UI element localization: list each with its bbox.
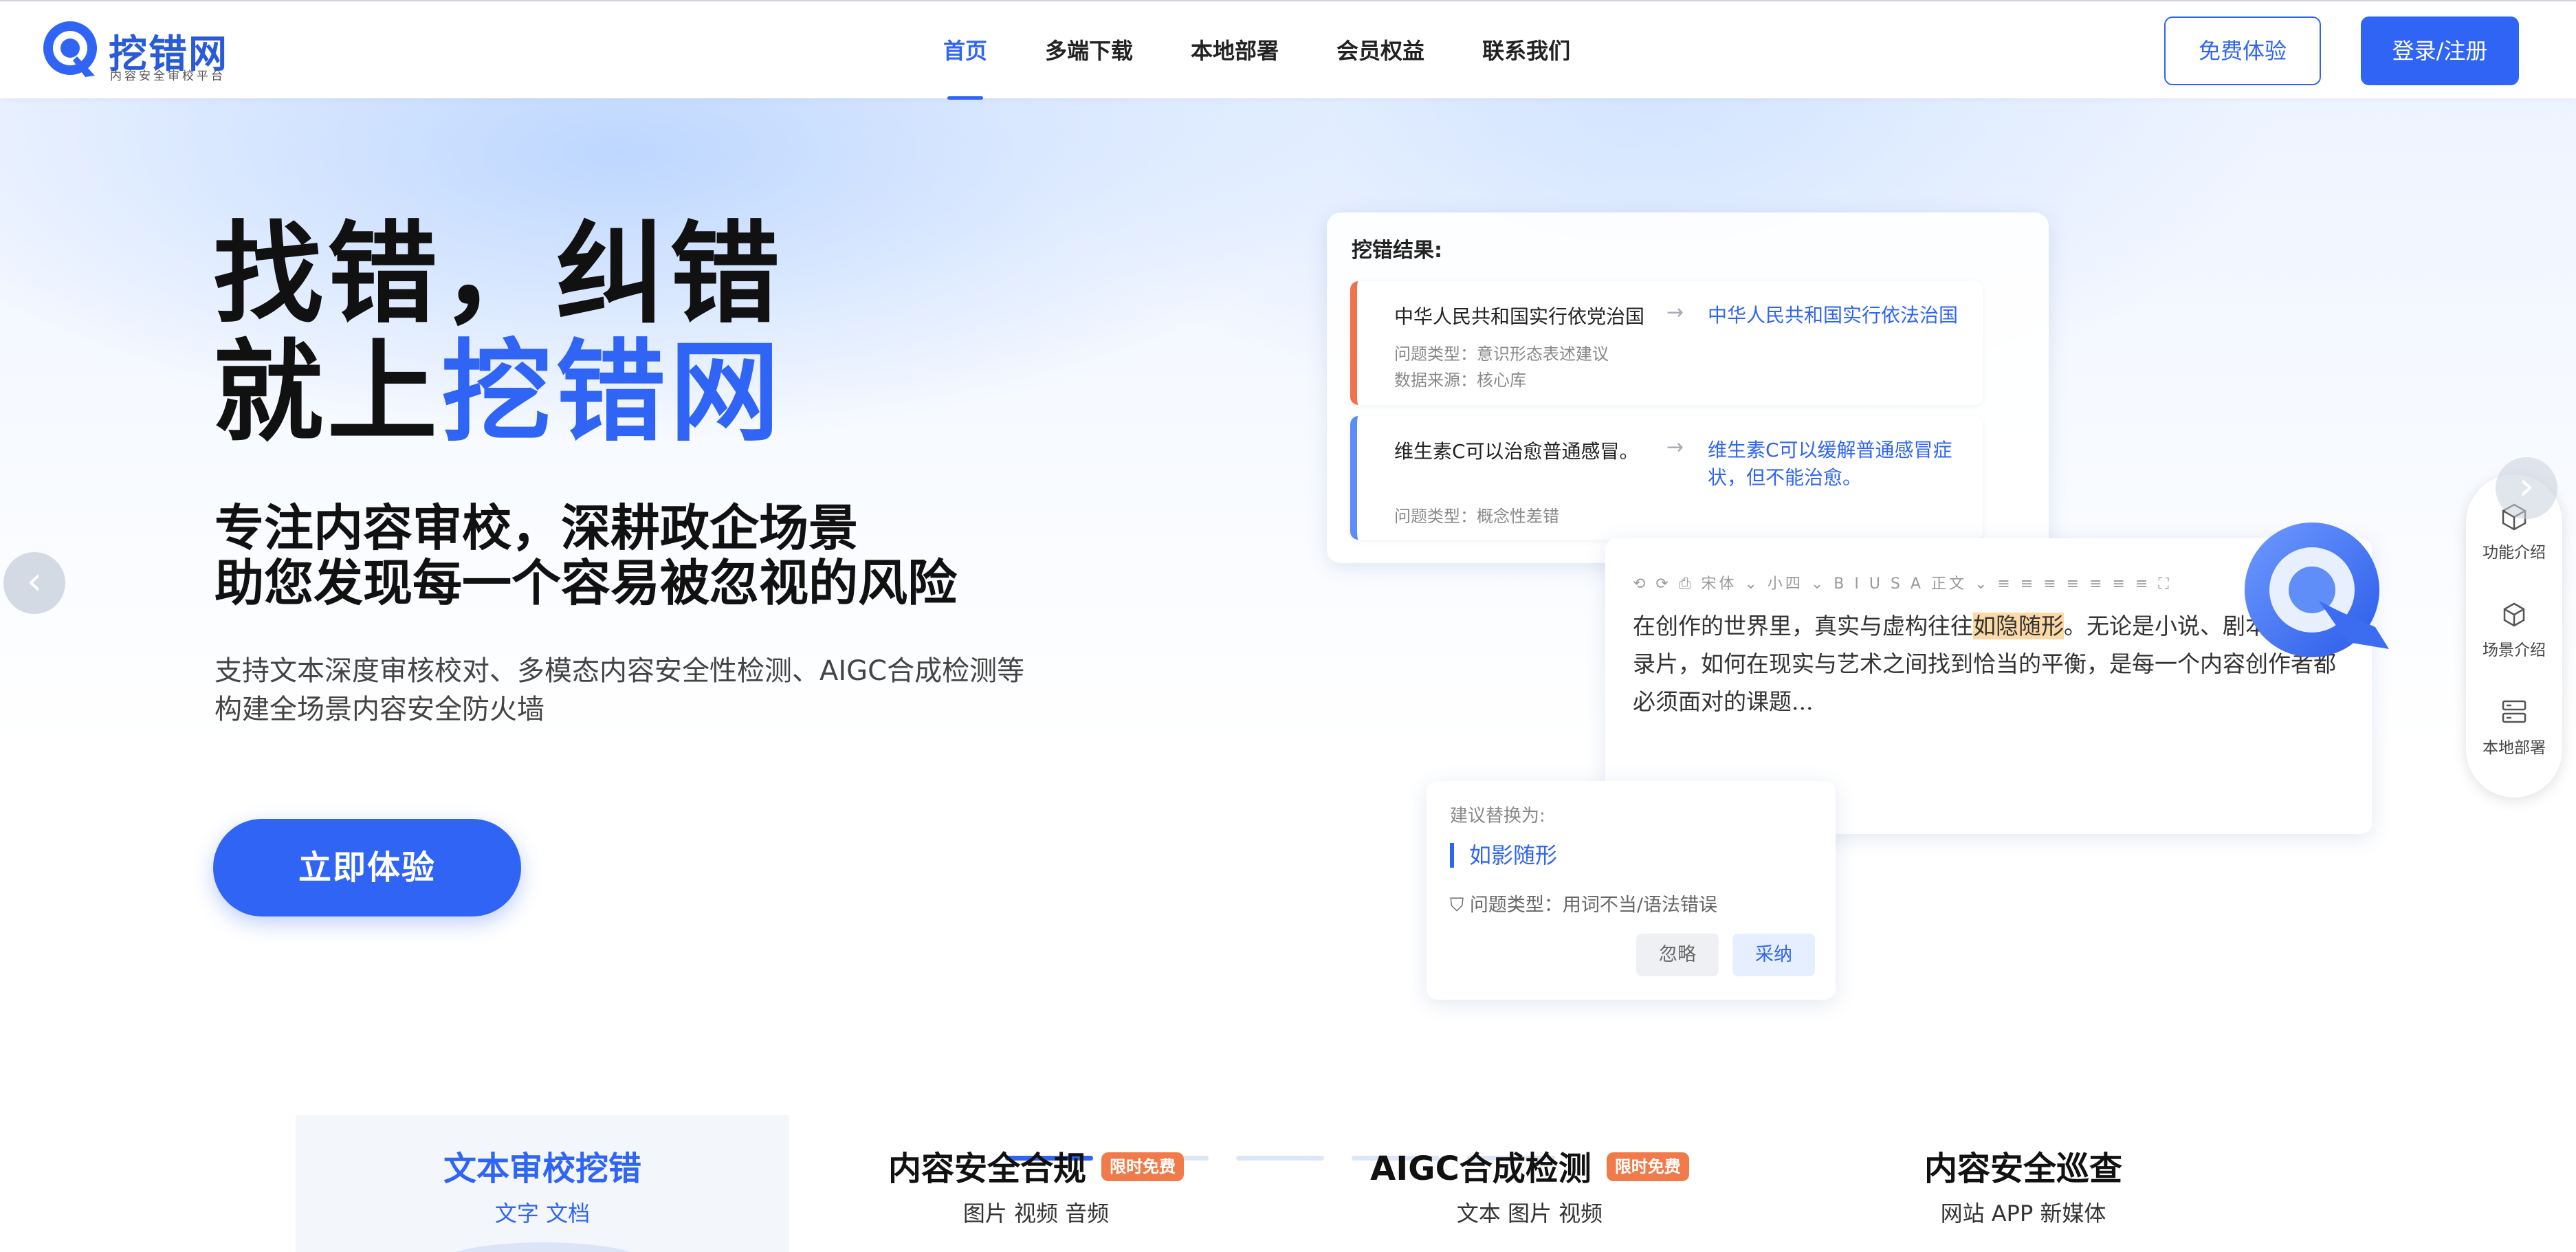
feature-title: 内容安全合规 限时免费 — [789, 1141, 1283, 1189]
app-logo-icon — [2245, 523, 2389, 657]
hero-title-prefix: 就上 — [213, 328, 442, 457]
hero-desc-line1: 支持文本深度审核校对、多模态内容安全性检测、AIGC合成检测等 — [214, 655, 1025, 687]
tab-content-compliance[interactable]: 内容安全合规 限时免费 图片 视频 音频 — [789, 1115, 1283, 1252]
editor-highlight[interactable]: 如隐随形 — [1973, 613, 2064, 639]
feature-title-text: 内容安全合规 — [888, 1150, 1086, 1188]
result-card: 挖错结果: 中华人民共和国实行依党治国 → 中华人民共和国实行依法治国 问题类型… — [1327, 212, 2049, 563]
side-label: 功能介绍 — [2483, 544, 2546, 562]
nav-download[interactable]: 多端下载 — [1016, 1, 1162, 100]
feature-subtitle: 图片 视频 音频 — [962, 1200, 1110, 1227]
shield-icon: ⛉ — [1450, 894, 1470, 916]
carousel-prev-button[interactable]: ‹ — [3, 552, 65, 614]
try-now-button[interactable]: 立即体验 — [213, 819, 521, 916]
nav-contact[interactable]: 联系我们 — [1453, 1, 1599, 100]
feature-glow — [440, 1242, 646, 1252]
result-item[interactable]: 中华人民共和国实行依党治国 → 中华人民共和国实行依法治国 问题类型：意识形态表… — [1350, 281, 1983, 405]
hero-title: 找错，纠错 就上挖错网 — [213, 215, 784, 452]
result-data-source: 数据来源：核心库 — [1394, 371, 1526, 390]
arrow-right-icon: → — [1666, 300, 1684, 325]
suggest-popup: 建议替换为: 如影随形 ⛉ 问题类型：用词不当/语法错误 忽略 采纳 — [1427, 781, 1836, 1000]
result-original: 维生素C可以治愈普通感冒。 — [1394, 440, 1639, 463]
chevron-right-icon: › — [2518, 464, 2535, 509]
free-badge: 限时免费 — [1101, 1152, 1184, 1181]
hero-desc-line2: 构建全场景内容安全防火墙 — [214, 694, 544, 725]
nav-local-deploy[interactable]: 本地部署 — [1162, 1, 1308, 100]
tab-aigc-detection[interactable]: AIGC合成检测 限时免费 文本 图片 视频 — [1283, 1115, 1776, 1252]
hero-title-line2: 就上挖错网 — [213, 333, 784, 452]
side-item-scenes[interactable]: 场景介绍 — [2466, 598, 2562, 660]
side-item-local-deploy[interactable]: 本地部署 — [2466, 696, 2562, 758]
result-suggestion: 维生素C可以缓解普通感冒症状，但不能治愈。 — [1708, 439, 1952, 489]
arrow-right-icon: → — [1666, 435, 1684, 459]
ignore-button[interactable]: 忽略 — [1636, 934, 1719, 976]
tab-content-patrol[interactable]: 内容安全巡查 网站 APP 新媒体 — [1776, 1115, 2270, 1252]
feature-subtitle: 文字 文档 — [494, 1200, 591, 1227]
feature-subtitle: 网站 APP 新媒体 — [1940, 1200, 2106, 1227]
side-floating-menu: 功能介绍 场景介绍 本地部署 — [2466, 474, 2562, 798]
result-problem-type: 问题类型：概念性差错 — [1394, 507, 1559, 526]
brand-logo[interactable]: 挖错网 内容安全审校平台 — [41, 19, 247, 83]
result-card-title: 挖错结果: — [1352, 239, 1442, 263]
hero-title-line1: 找错，纠错 — [213, 210, 784, 338]
free-trial-button[interactable]: 免费体验 — [2164, 17, 2321, 85]
feature-tabs: 文本审校挖错 文字 文档 内容安全合规 限时免费 图片 视频 音频 AIGC合成检… — [296, 1115, 2276, 1252]
free-badge: 限时免费 — [1606, 1152, 1689, 1181]
side-label: 本地部署 — [2483, 739, 2546, 757]
feature-title: AIGC合成检测 限时免费 — [1283, 1141, 1776, 1189]
feature-title: 文本审校挖错 — [296, 1141, 789, 1189]
result-problem-type: 问题类型：意识形态表述建议 — [1394, 344, 1609, 364]
editor-text-before: 在创作的世界里，真实与虚构往往 — [1633, 613, 1973, 639]
feature-title-text: AIGC合成检测 — [1370, 1150, 1592, 1188]
suggest-type-text: 问题类型：用词不当/语法错误 — [1469, 894, 1717, 916]
tab-text-proofreading[interactable]: 文本审校挖错 文字 文档 — [296, 1115, 789, 1252]
accept-button[interactable]: 采纳 — [1732, 934, 1815, 976]
suggest-word: 如影随形 — [1450, 843, 1557, 868]
hero-subtitle-line2: 助您发现每一个容易被忽视的风险 — [214, 554, 958, 612]
nav-home[interactable]: 首页 — [914, 1, 1016, 100]
suggest-problem-type: ⛉ 问题类型：用词不当/语法错误 — [1450, 890, 1717, 916]
main-nav: 首页 多端下载 本地部署 会员权益 联系我们 — [914, 1, 1599, 100]
hero-subtitle-line1: 专注内容审校，深耕政企场景 — [214, 499, 859, 557]
carousel-next-button[interactable]: › — [2496, 457, 2557, 519]
hero-banner: 找错，纠错 就上挖错网 专注内容审校，深耕政企场景 助您发现每一个容易被忽视的风… — [0, 98, 2576, 1161]
login-register-button[interactable]: 登录/注册 — [2361, 17, 2519, 85]
logo-tagline: 内容安全审校平台 — [110, 69, 225, 83]
feature-title-text: 文本审校挖错 — [443, 1150, 641, 1188]
hero-description: 支持文本深度审核校对、多模态内容安全性检测、AIGC合成检测等 构建全场景内容安… — [214, 652, 1024, 729]
editor-toolbar[interactable]: ⟲ ⟳ ⎙ 宋体 ⌄ 小四 ⌄ B I U S A 正文 ⌄ ≡ ≡ ≡ ≡ ≡… — [1633, 571, 2172, 593]
server-icon — [2502, 700, 2527, 723]
chevron-left-icon: ‹ — [26, 559, 43, 604]
nav-membership[interactable]: 会员权益 — [1308, 1, 1453, 100]
suggest-label: 建议替换为: — [1450, 806, 1545, 826]
feature-subtitle: 文本 图片 视频 — [1456, 1200, 1603, 1227]
result-original: 中华人民共和国实行依党治国 — [1394, 305, 1645, 328]
feature-title: 内容安全巡查 — [1776, 1141, 2270, 1189]
feature-title-text: 内容安全巡查 — [1924, 1150, 2122, 1188]
hero-title-accent: 挖错网 — [441, 328, 784, 457]
top-header: 挖错网 内容安全审校平台 首页 多端下载 本地部署 会员权益 联系我们 免费体验… — [0, 0, 2576, 98]
logo-q-icon — [43, 21, 97, 77]
side-label: 场景介绍 — [2483, 641, 2546, 659]
hero-subtitle: 专注内容审校，深耕政企场景 助您发现每一个容易被忽视的风险 — [214, 501, 957, 611]
box-icon — [2503, 602, 2525, 627]
result-item[interactable]: 维生素C可以治愈普通感冒。 → 维生素C可以缓解普通感冒症状，但不能治愈。 问题… — [1350, 416, 1983, 540]
result-suggestion: 中华人民共和国实行依法治国 — [1708, 304, 1959, 327]
